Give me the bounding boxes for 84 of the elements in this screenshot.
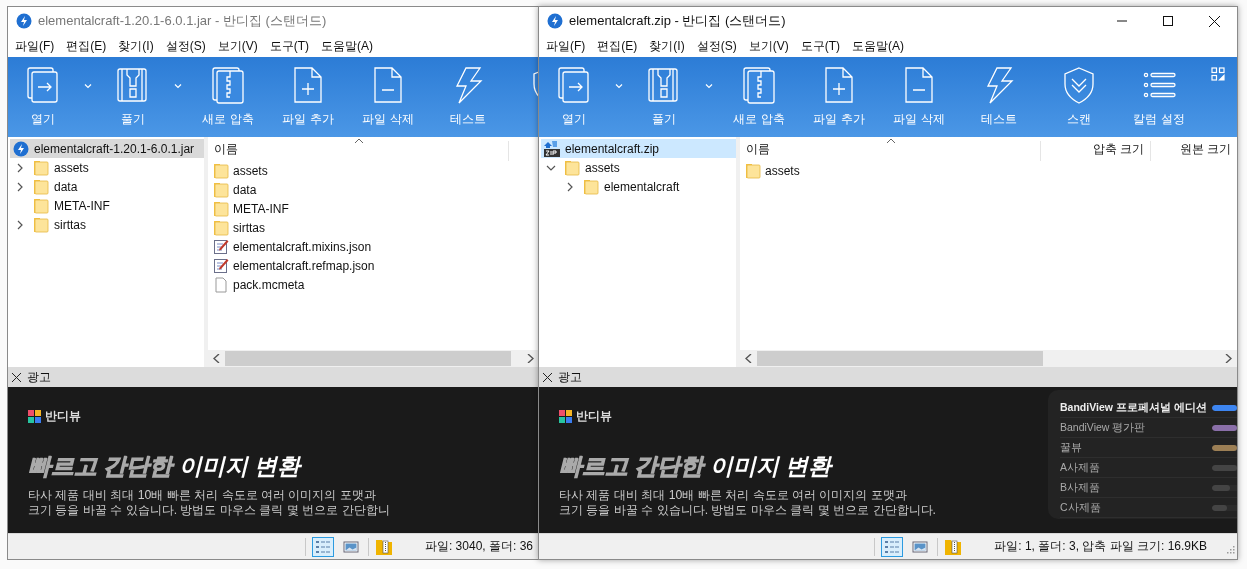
folder-icon — [564, 159, 580, 176]
file-icon — [213, 276, 229, 293]
column-header[interactable]: 이름 — [740, 141, 1041, 161]
chevron-right-icon[interactable] — [565, 181, 575, 192]
maximize-icon — [1163, 16, 1173, 26]
menu-item[interactable]: 편집(E) — [591, 37, 644, 55]
close-icon[interactable] — [543, 372, 552, 382]
product-label: B사제품 — [1060, 481, 1101, 494]
open-file-icon — [556, 65, 592, 105]
app-logo-icon — [547, 13, 563, 29]
product-label: C사제품 — [1060, 501, 1102, 514]
brand-name: 반디뷰 — [45, 408, 81, 425]
shield-icon — [1061, 65, 1097, 105]
ad-headline: 빠르고 간단한 이미지 변환 — [28, 452, 301, 481]
folder-icon — [583, 178, 599, 195]
file-row[interactable]: assets — [740, 161, 1237, 180]
ad-text: 타사 제품 대비 최대 10배 빠른 처리 속도로 여러 이미지의 포맷과 — [28, 488, 377, 503]
ad-text: 크기 등을 바꿀 수 있습니다. 방법도 마우스 클릭 몇 번으로 간단합니다. — [559, 503, 936, 518]
close-icon — [1208, 15, 1220, 27]
folder-icon — [213, 200, 229, 217]
app-logo-icon — [13, 140, 29, 157]
resize-grip-icon[interactable] — [1225, 546, 1235, 556]
menu-item[interactable]: 파일(F) — [540, 37, 592, 55]
folder-icon — [213, 181, 229, 198]
script-file-icon — [213, 257, 229, 274]
ad-label: 광고 — [27, 368, 51, 386]
view-button[interactable] — [881, 536, 904, 557]
folder-icon — [33, 159, 49, 176]
zip-folder-icon — [374, 537, 393, 556]
thumbnail-view-icon — [912, 539, 929, 554]
details-view-icon — [884, 539, 901, 554]
ad-banner[interactable]: 반디뷰 빠르고 간단한 이미지 변환 타사 제품 대비 최대 10배 빠른 처리 속도로 여러 이미지의 포맷과 크기 등을 바꿀 수 있습니다. 방법도 마우스 클릭 몇 번으로 간단합니다. BandiView 프로페셔널 에디션 BandiView 평가판 꿀뷰 A사제품 B사제품 C사제품 — [539, 387, 1237, 533]
folder-icon — [213, 219, 229, 236]
column-header[interactable]: 원본 크기 — [1151, 141, 1237, 161]
zipper-icon — [210, 65, 246, 105]
status-text: 파일: 1, 폴더: 3, 압축 파일 크기: 16.9KB — [994, 538, 1207, 555]
thumbnail-view-icon — [342, 539, 359, 554]
ad-text: 타사 제품 대비 최대 10배 빠른 처리 속도로 여러 이미지의 포맷과 — [559, 488, 908, 503]
menu-item[interactable]: 보기(V) — [742, 37, 795, 55]
brand-name: 반디뷰 — [576, 408, 612, 425]
folder-icon — [33, 216, 49, 233]
scroll-left-icon[interactable] — [745, 354, 752, 363]
chevron-down-icon — [83, 81, 93, 91]
folder-icon — [33, 178, 49, 195]
folder-icon — [33, 197, 49, 214]
details-view-icon — [314, 539, 331, 554]
product-label: A사제품 — [1060, 461, 1101, 474]
product-label: BandiView 프로페셔널 에디션 — [1060, 401, 1208, 414]
window-title: elementalcraft.zip - 반디집 (스탠더드) — [569, 12, 787, 30]
menu-item[interactable]: 설정(S) — [690, 37, 743, 55]
window-title: elementalcraft-1.20.1-6.0.1.jar - 반디집 (스탠더드) — [38, 12, 328, 30]
scroll-left-icon[interactable] — [213, 354, 220, 363]
sort-caret-icon — [886, 137, 896, 144]
zip-folder-icon — [944, 537, 963, 556]
product-label: 꿀뷰 — [1060, 441, 1083, 454]
tree-item[interactable]: assets — [561, 158, 736, 177]
open-file-icon — [25, 65, 61, 105]
column-header[interactable]: 압축 크기 — [1041, 141, 1151, 161]
ad-text: 크기 등을 바꿀 수 있습니다. 방법도 마우스 클릭 몇 번으로 간단합니 — [28, 503, 390, 518]
app-logo-icon — [16, 13, 32, 29]
grid-icon[interactable] — [1211, 67, 1225, 81]
product-label: BandiView 평가판 — [1060, 421, 1147, 434]
menu-item[interactable]: 도움말(A) — [846, 37, 910, 55]
tree-item[interactable]: elementalcraft.zip — [541, 139, 736, 158]
logo-icon — [559, 410, 572, 423]
folder-icon — [213, 162, 229, 179]
folder-icon — [745, 162, 761, 179]
tree-item[interactable]: elementalcraft — [580, 177, 736, 196]
chevron-down-icon — [614, 81, 624, 91]
menu-item[interactable]: 도구(T) — [794, 37, 846, 55]
scroll-right-icon[interactable] — [527, 354, 534, 363]
logo-icon — [28, 410, 41, 423]
ad-label: 광고 — [558, 368, 582, 386]
chevron-down-icon — [173, 81, 183, 91]
ad-headline: 빠르고 간단한 이미지 변환 — [559, 452, 832, 481]
script-file-icon — [213, 238, 229, 255]
chevron-down-icon — [704, 81, 714, 91]
status-text: 파일: 3040, 폴더: 36 — [424, 538, 533, 555]
menu-item[interactable]: 찾기(I) — [643, 37, 691, 55]
sort-caret-icon — [354, 137, 364, 144]
zip-file-icon — [544, 140, 560, 157]
scroll-right-icon[interactable] — [1225, 354, 1232, 363]
horizontal-scrollbar[interactable] — [740, 350, 1237, 367]
zipper-icon — [741, 65, 777, 105]
